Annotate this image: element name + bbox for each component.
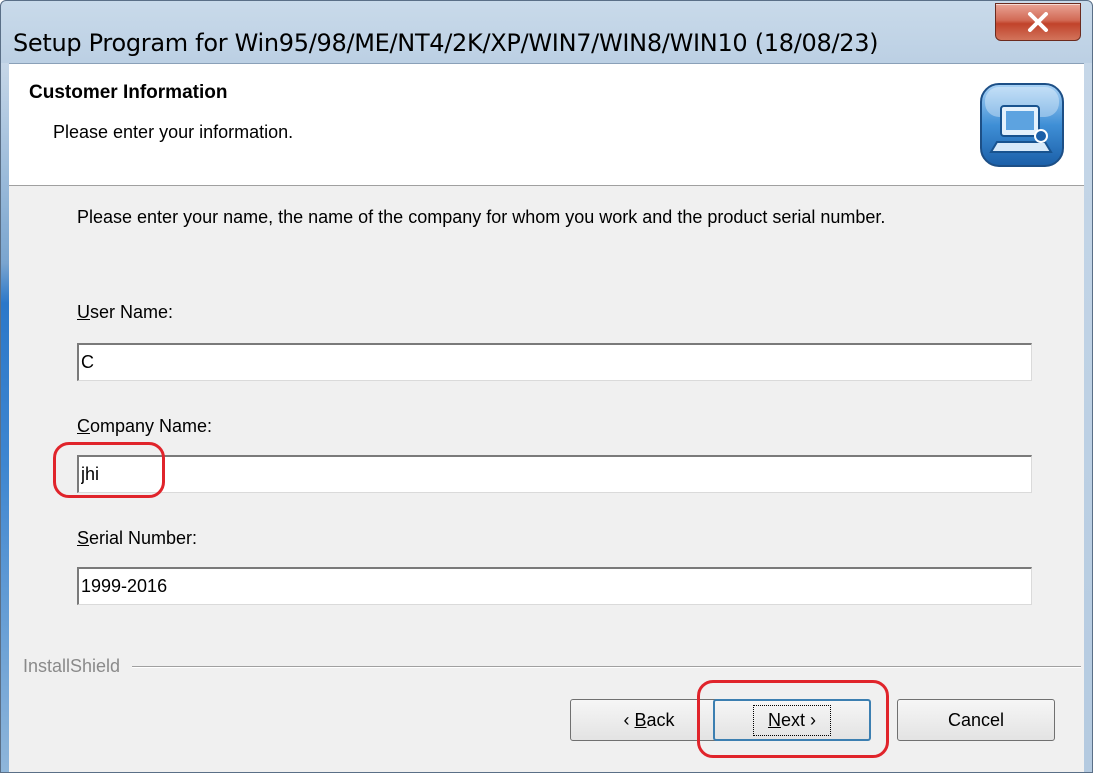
setup-computer-icon bbox=[980, 83, 1064, 167]
company-name-input[interactable] bbox=[77, 455, 1032, 493]
window-frame-left bbox=[1, 63, 9, 772]
user-name-input[interactable] bbox=[77, 343, 1032, 381]
installshield-brand: InstallShield bbox=[23, 656, 133, 677]
dialog-body: Customer Information Please enter your i… bbox=[9, 63, 1084, 772]
serial-number-label: Serial Number: bbox=[77, 528, 198, 548]
back-button[interactable]: ‹ Back bbox=[570, 699, 728, 741]
next-button-label: Next › bbox=[752, 704, 831, 736]
close-button[interactable] bbox=[995, 3, 1081, 41]
serial-number-input[interactable] bbox=[77, 567, 1032, 605]
window-frame-right bbox=[1084, 63, 1092, 772]
company-name-label: Company Name: bbox=[77, 416, 213, 436]
header-subtitle: Please enter your information. bbox=[53, 122, 294, 142]
brand-divider bbox=[23, 666, 1081, 668]
next-button[interactable]: Next › bbox=[713, 699, 871, 741]
instructions-text: Please enter your name, the name of the … bbox=[77, 207, 886, 227]
header-title: Customer Information bbox=[29, 82, 228, 103]
back-button-label: ‹ Back bbox=[623, 709, 675, 730]
close-icon bbox=[1028, 12, 1048, 32]
setup-window: Setup Program for Win95/98/ME/NT4/2K/XP/… bbox=[0, 0, 1093, 773]
dialog-header: Customer Information Please enter your i… bbox=[9, 64, 1084, 186]
window-title: Setup Program for Win95/98/ME/NT4/2K/XP/… bbox=[13, 29, 879, 57]
cancel-button[interactable]: Cancel bbox=[897, 699, 1055, 741]
user-name-label: User Name: bbox=[77, 302, 174, 322]
title-bar[interactable]: Setup Program for Win95/98/ME/NT4/2K/XP/… bbox=[1, 1, 1092, 63]
